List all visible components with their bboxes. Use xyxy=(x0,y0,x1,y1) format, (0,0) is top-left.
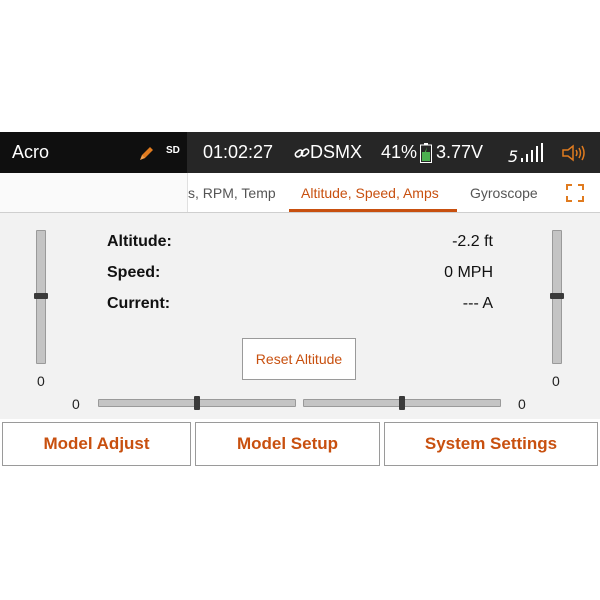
system-settings-button[interactable]: System Settings xyxy=(384,422,598,466)
reset-altitude-button[interactable]: Reset Altitude xyxy=(242,338,356,380)
tab-gyroscope[interactable]: Gyroscope xyxy=(470,185,538,201)
current-label: Current: xyxy=(107,295,171,312)
right-horizontal-trim[interactable] xyxy=(303,396,501,410)
speed-value: 0 MPH xyxy=(444,264,493,281)
battery-icon xyxy=(420,143,432,163)
model-name[interactable]: Acro xyxy=(12,142,49,163)
right-horizontal-trim-value: 0 xyxy=(518,396,526,412)
battery-percent: 41% xyxy=(381,142,418,162)
trim-knob[interactable] xyxy=(194,396,200,410)
model-setup-button[interactable]: Model Setup xyxy=(195,422,380,466)
fullscreen-icon[interactable] xyxy=(566,184,584,202)
left-horizontal-trim[interactable] xyxy=(98,396,296,410)
active-tab-indicator xyxy=(289,209,457,212)
link-icon xyxy=(294,148,310,158)
left-horizontal-trim-value: 0 xyxy=(72,396,80,412)
trim-knob[interactable] xyxy=(34,293,48,299)
sd-card-icon: SD xyxy=(166,145,180,156)
tab-bar-left-pane xyxy=(0,173,188,212)
speed-label: Speed: xyxy=(107,264,161,281)
telemetry-panel xyxy=(0,213,600,419)
left-vertical-trim-value: 0 xyxy=(37,373,45,389)
svg-text:5: 5 xyxy=(508,147,518,164)
right-vertical-trim[interactable] xyxy=(550,230,564,364)
voltage: 3.77V xyxy=(436,142,484,162)
trim-knob[interactable] xyxy=(399,396,405,410)
right-vertical-trim-value: 0 xyxy=(552,373,560,389)
speaker-icon[interactable] xyxy=(562,143,586,163)
left-vertical-trim[interactable] xyxy=(34,230,48,364)
altitude-label: Altitude: xyxy=(107,233,172,250)
tab-rpm-temp[interactable]: s, RPM, Temp xyxy=(188,185,276,201)
model-pane: Acro SD xyxy=(0,132,187,173)
tab-altitude-speed-amps[interactable]: Altitude, Speed, Amps xyxy=(301,185,439,201)
altitude-value: -2.2 ft xyxy=(452,233,493,250)
pencil-icon[interactable] xyxy=(138,144,156,162)
status-bar: Acro SD 01:02:27 DSMX 41% 3.77V 5 xyxy=(0,132,600,173)
model-adjust-button[interactable]: Model Adjust xyxy=(2,422,191,466)
tab-bar: s, RPM, Temp Altitude, Speed, Amps Gyros… xyxy=(0,173,600,213)
signal-icon: 5 xyxy=(508,143,543,164)
protocol-label: DSMX xyxy=(310,142,363,162)
current-value: --- A xyxy=(462,295,493,312)
timer[interactable]: 01:02:27 xyxy=(203,142,273,163)
trim-knob[interactable] xyxy=(550,293,564,299)
